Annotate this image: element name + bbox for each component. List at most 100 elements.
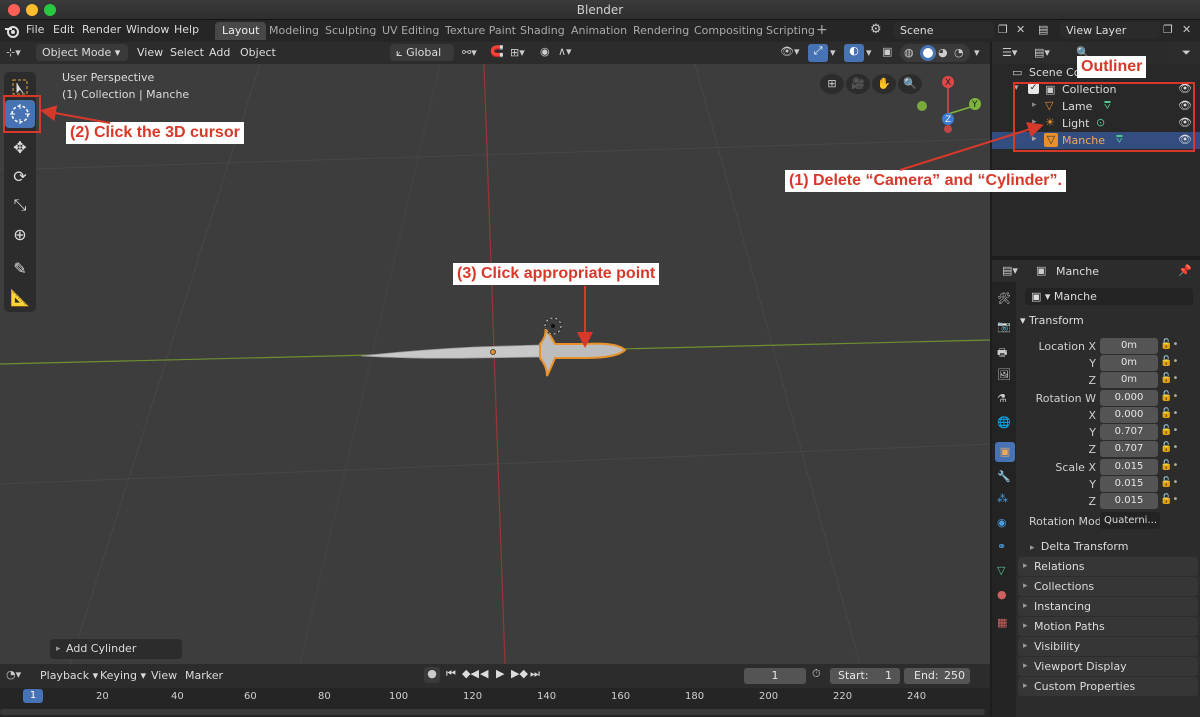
transform-tool-icon[interactable]: ⊕ bbox=[5, 220, 35, 248]
view-layer-icon[interactable]: ▤ bbox=[1038, 23, 1048, 36]
overlay-toggle-icon[interactable]: ◐ bbox=[844, 44, 864, 62]
object-mode-dropdown[interactable]: Object Mode ▾ bbox=[36, 44, 128, 61]
lock-icon[interactable]: 🔓• bbox=[1160, 339, 1178, 350]
new-view-layer-icon[interactable]: ❐ bbox=[1163, 23, 1173, 36]
tab-animation[interactable]: Animation bbox=[564, 22, 634, 40]
solid-shading-icon[interactable] bbox=[920, 45, 936, 61]
overlay-dropdown-icon[interactable]: ▾ bbox=[866, 46, 872, 59]
transform-orientation-dropdown[interactable]: ⟀ Global ▾ bbox=[390, 44, 454, 73]
lock-icon[interactable]: 🔓• bbox=[1160, 425, 1178, 436]
delta-transform-subpanel[interactable]: ▸ Delta Transform bbox=[1030, 540, 1128, 553]
sword-object[interactable] bbox=[355, 314, 655, 394]
new-scene-icon[interactable]: ❐ bbox=[998, 23, 1008, 36]
viewport-menu-select[interactable]: Select bbox=[170, 46, 204, 59]
timeline-menu-playback[interactable]: Playback ▾ bbox=[40, 669, 98, 682]
camera-view-icon[interactable]: 🎥 bbox=[846, 74, 870, 94]
lock-icon[interactable]: 🔓• bbox=[1160, 477, 1178, 488]
outliner-editor-icon[interactable]: ☰▾ bbox=[1002, 46, 1017, 59]
timeline-editor-icon[interactable]: ◔▾ bbox=[6, 668, 21, 681]
tab-sculpting[interactable]: Sculpting bbox=[318, 22, 383, 40]
render-tab-icon[interactable]: 📷 bbox=[997, 320, 1011, 333]
scene-selector[interactable]: Scene bbox=[894, 22, 994, 39]
falloff-icon[interactable]: ∧▾ bbox=[558, 45, 572, 58]
menu-edit[interactable]: Edit bbox=[53, 23, 74, 36]
pin-icon[interactable]: 📌 bbox=[1178, 264, 1192, 277]
editor-type-icon[interactable]: ⊹▾ bbox=[6, 46, 21, 59]
shading-dropdown-icon[interactable]: ▾ bbox=[974, 46, 980, 59]
start-frame-field[interactable]: Start: 1 bbox=[830, 668, 900, 684]
panel-viewport-display[interactable]: Viewport Display bbox=[1018, 657, 1198, 676]
material-tab-icon[interactable]: ● bbox=[997, 588, 1007, 601]
panel-motion-paths[interactable]: Motion Paths bbox=[1018, 617, 1198, 636]
menu-window[interactable]: Window bbox=[126, 23, 169, 36]
last-operator-panel[interactable]: ▸ Add Cylinder bbox=[50, 639, 182, 659]
timeline-menu-keying[interactable]: Keying ▾ bbox=[100, 669, 146, 682]
rotate-tool-icon[interactable]: ⟳ bbox=[5, 162, 35, 190]
gizmo-dropdown-icon[interactable]: ▾ bbox=[830, 46, 836, 59]
jump-end-icon[interactable]: ⏭ bbox=[530, 667, 540, 681]
xray-icon[interactable]: ▣ bbox=[882, 45, 892, 58]
ortho-toggle-icon[interactable]: ⊞ bbox=[820, 74, 844, 94]
next-keyframe-icon[interactable]: ▶◆ bbox=[511, 667, 528, 680]
view-layer-selector[interactable]: View Layer bbox=[1060, 22, 1160, 39]
add-workspace-icon[interactable]: + bbox=[816, 22, 828, 38]
measure-tool-icon[interactable]: 📐 bbox=[5, 283, 35, 311]
proportional-edit-icon[interactable]: ◉ bbox=[540, 45, 550, 58]
move-tool-icon[interactable]: ✥ bbox=[5, 133, 35, 161]
location-x-field[interactable]: 0m bbox=[1100, 338, 1158, 354]
scale-z-field[interactable]: 0.015 bbox=[1100, 493, 1158, 509]
lock-icon[interactable]: 🔓• bbox=[1160, 356, 1178, 367]
filter-icon[interactable]: ⏷ bbox=[1182, 46, 1191, 60]
blender-logo-icon[interactable] bbox=[4, 23, 20, 39]
texture-tab-icon[interactable]: ▦ bbox=[997, 616, 1007, 629]
data-tab-icon[interactable]: ▽ bbox=[997, 564, 1005, 577]
visibility-icon[interactable]: 👁▾ bbox=[780, 45, 800, 58]
snap-icon[interactable]: 🧲 bbox=[490, 45, 504, 58]
material-shading-icon[interactable]: ◕ bbox=[938, 46, 948, 59]
lock-icon[interactable]: 🔓• bbox=[1160, 494, 1178, 505]
3d-cursor-icon[interactable] bbox=[541, 314, 565, 338]
lock-icon[interactable]: 🔓• bbox=[1160, 373, 1178, 384]
scale-y-field[interactable]: 0.015 bbox=[1100, 476, 1158, 492]
gizmo-toggle-icon[interactable]: ⤢ bbox=[808, 44, 828, 62]
display-mode-icon[interactable]: ▤▾ bbox=[1034, 46, 1050, 59]
delete-view-layer-icon[interactable]: ✕ bbox=[1182, 23, 1191, 36]
location-y-field[interactable]: 0m bbox=[1100, 355, 1158, 371]
jump-start-icon[interactable]: ⏮ bbox=[446, 667, 456, 681]
rotation-w-field[interactable]: 0.000 bbox=[1100, 390, 1158, 406]
rotation-y-field[interactable]: 0.707 bbox=[1100, 424, 1158, 440]
play-icon[interactable]: ▶ bbox=[496, 667, 504, 680]
scale-x-field[interactable]: 0.015 bbox=[1100, 459, 1158, 475]
lock-icon[interactable]: 🔓• bbox=[1160, 460, 1178, 471]
panel-custom-properties[interactable]: Custom Properties bbox=[1018, 677, 1198, 696]
object-name-field[interactable]: ▣ ▾ Manche bbox=[1025, 288, 1193, 305]
tab-compositing[interactable]: Compositing bbox=[687, 22, 770, 40]
wireframe-shading-icon[interactable]: ◍ bbox=[904, 46, 914, 59]
end-frame-field[interactable]: End: 250 bbox=[904, 668, 970, 684]
location-z-field[interactable]: 0m bbox=[1100, 372, 1158, 388]
lock-icon[interactable]: 🔓• bbox=[1160, 408, 1178, 419]
current-frame-field[interactable]: 1 bbox=[744, 668, 806, 684]
timeline-menu-view[interactable]: View bbox=[151, 669, 177, 682]
timeline-scrollbar[interactable] bbox=[0, 709, 985, 715]
menu-file[interactable]: File bbox=[26, 23, 44, 36]
tool-tab-icon[interactable]: 🛠 bbox=[997, 292, 1011, 305]
zoom-icon[interactable]: 🔍 bbox=[898, 74, 922, 94]
delete-scene-icon[interactable]: ✕ bbox=[1016, 23, 1025, 36]
constraints-tab-icon[interactable]: ⚭ bbox=[997, 540, 1006, 553]
tab-scripting[interactable]: Scripting bbox=[759, 22, 822, 40]
pivot-point-icon[interactable]: ⚯▾ bbox=[462, 46, 477, 59]
annotate-tool-icon[interactable]: ✎ bbox=[5, 254, 35, 282]
rotation-x-field[interactable]: 0.000 bbox=[1100, 407, 1158, 423]
tab-uv-editing[interactable]: UV Editing bbox=[375, 22, 446, 40]
record-icon[interactable]: ● bbox=[424, 667, 440, 683]
tab-rendering[interactable]: Rendering bbox=[626, 22, 696, 40]
panel-instancing[interactable]: Instancing bbox=[1018, 597, 1198, 616]
stopwatch-icon[interactable]: ⏱ bbox=[812, 667, 821, 681]
navigation-gizmo[interactable]: X Y Z bbox=[910, 74, 990, 154]
play-reverse-icon[interactable]: ◀ bbox=[480, 667, 488, 680]
timeline-menu-marker[interactable]: Marker bbox=[185, 669, 223, 682]
tab-texture-paint[interactable]: Texture Paint bbox=[438, 22, 523, 40]
scale-tool-icon[interactable]: ⤡ bbox=[5, 191, 35, 219]
panel-collections[interactable]: Collections bbox=[1018, 577, 1198, 596]
